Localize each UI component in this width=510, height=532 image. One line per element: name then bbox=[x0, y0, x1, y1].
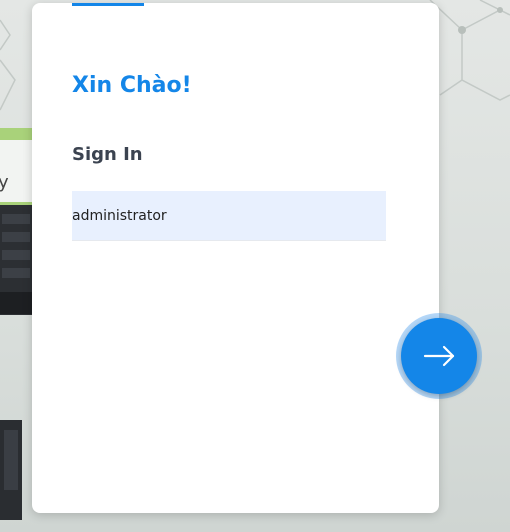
arrow-right-icon bbox=[423, 345, 455, 367]
next-button-circle[interactable] bbox=[401, 318, 477, 394]
login-card: Xin Chào! Sign In bbox=[32, 3, 439, 513]
sign-in-title: Sign In bbox=[72, 144, 143, 165]
username-input[interactable] bbox=[72, 191, 386, 241]
card-accent-bar bbox=[72, 3, 144, 6]
greeting-heading: Xin Chào! bbox=[72, 73, 192, 98]
next-button[interactable] bbox=[396, 313, 482, 399]
brand-fragment: y bbox=[0, 172, 9, 193]
